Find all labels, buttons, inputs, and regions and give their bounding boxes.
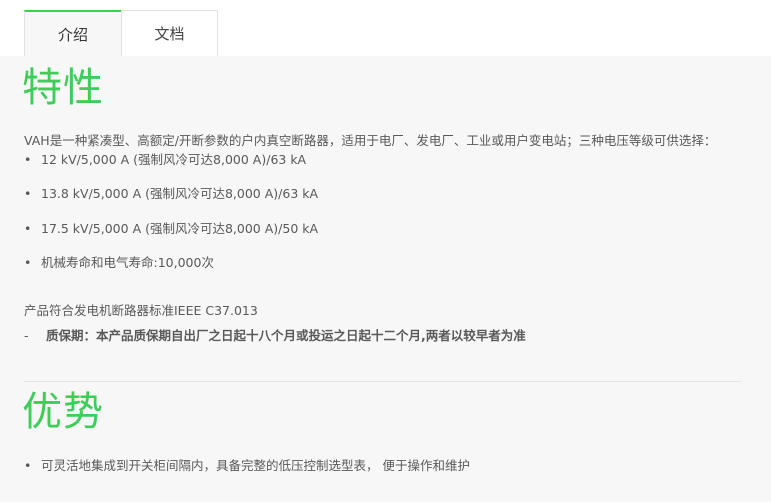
tab-bar: 介绍 文档 (0, 0, 771, 56)
advantages-heading: 优势 (22, 389, 104, 435)
tab-documents[interactable]: 文档 (121, 10, 218, 56)
bullet-icon: • (24, 221, 32, 236)
advantages-bullet-text: 可灵活地集成到开关柜间隔内，具备完整的低压控制选型表， 便于操作和维护 (41, 458, 470, 473)
warranty-dash: - (24, 328, 29, 343)
list-item: • 13.8 kV/5,000 A (强制风冷可达8,000 A)/63 kA (24, 186, 318, 202)
list-item: • 17.5 kV/5,000 A (强制风冷可达8,000 A)/50 kA (24, 221, 318, 237)
features-bullet-text: 13.8 kV/5,000 A (强制风冷可达8,000 A)/63 kA (41, 186, 319, 201)
list-item: • 机械寿命和电气寿命:10,000次 (24, 255, 214, 271)
features-bullet-text: 12 kV/5,000 A (强制风冷可达8,000 A)/63 kA (41, 152, 307, 167)
list-item: • 可灵活地集成到开关柜间隔内，具备完整的低压控制选型表， 便于操作和维护 (24, 458, 470, 474)
bullet-icon: • (24, 152, 32, 167)
features-bullet-text: 17.5 kV/5,000 A (强制风冷可达8,000 A)/50 kA (41, 221, 319, 236)
features-intro: VAH是一种紧凑型、高额定/开断参数的户内真空断路器，适用于电厂、发电厂、工业或… (24, 133, 717, 148)
bullet-icon: • (24, 458, 32, 473)
tab-content-panel: 特性 VAH是一种紧凑型、高额定/开断参数的户内真空断路器，适用于电厂、发电厂、… (0, 56, 771, 502)
bullet-icon: • (24, 255, 32, 270)
warranty-text: 质保期：本产品质保期自出厂之日起十八个月或投运之日起十二个月,两者以较早者为准 (46, 328, 526, 343)
standard-note: 产品符合发电机断路器标准IEEE C37.013 (24, 303, 258, 318)
features-bullet-text: 机械寿命和电气寿命:10,000次 (41, 255, 214, 270)
tab-introduction-label: 介绍 (57, 25, 88, 44)
features-heading: 特性 (22, 65, 104, 111)
tab-documents-label: 文档 (154, 25, 185, 43)
section-divider (24, 381, 741, 382)
tab-introduction[interactable]: 介绍 (24, 10, 121, 56)
warranty-note: - 质保期：本产品质保期自出厂之日起十八个月或投运之日起十二个月,两者以较早者为准 (24, 328, 526, 344)
bullet-icon: • (24, 186, 32, 201)
list-item: • 12 kV/5,000 A (强制风冷可达8,000 A)/63 kA (24, 152, 306, 168)
